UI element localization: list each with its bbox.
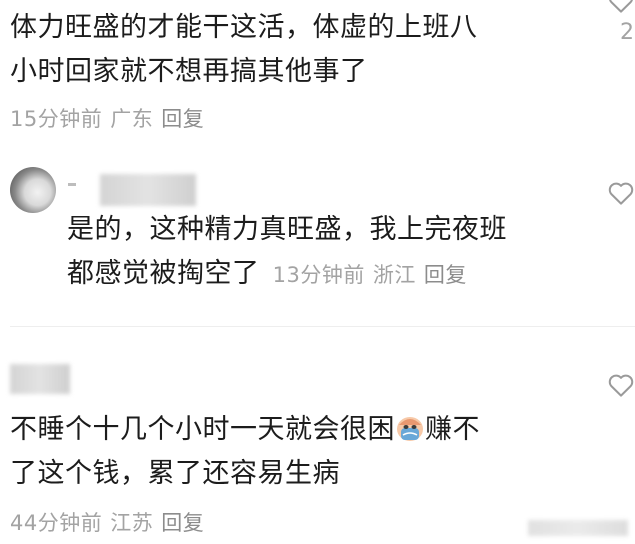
comment-1-location: 广东 [110,107,154,131]
comment-3-like-button[interactable] [606,370,635,404]
comment-3-line-1a: 不睡个十几个小时一天就会很困 [10,414,395,445]
divider [10,326,635,327]
heart-outline-icon [608,374,634,397]
comment-2-text: 是的，这种精力真旺盛，我上完夜班 都感觉被掏空了 13分钟前 浙江 回复 [67,208,587,297]
comment-2-location: 浙江 [372,263,416,287]
comment-2-username-blurred[interactable] [100,174,196,206]
comment-1-reply-button[interactable]: 回复 [161,107,204,131]
comment-1-text: 体力旺盛的才能干这活，体虚的上班八 小时回家就不想再搞其他事了 [10,6,570,94]
comment-2-username-dot [68,183,76,186]
comment-3-username-blurred[interactable] [10,364,70,394]
comment-1-like-button[interactable] [606,0,635,20]
comment-2-line-2: 都感觉被掏空了 [67,258,260,289]
comment-1-line-1: 体力旺盛的才能干这活，体虚的上班八 [10,12,478,43]
comment-1-meta: 15分钟前 广东 回复 [10,103,212,133]
comment-1-time: 15分钟前 [10,107,103,131]
comment-3-time: 44分钟前 [10,511,103,535]
comment-2-avatar[interactable] [10,167,56,213]
comment-2-like-button[interactable] [606,178,635,212]
comment-3-meta: 44分钟前 江苏 回复 [10,507,212,537]
watermark [528,520,628,536]
crying-face-emoji-icon [397,417,423,441]
comment-3-line-1b: 赚不 [425,414,480,445]
heart-outline-icon [609,0,633,13]
comment-3-text: 不睡个十几个小时一天就会很困 赚不 了这个钱，累了还容易生病 [10,408,590,496]
heart-outline-icon [608,182,634,205]
comment-3-line-2: 了这个钱，累了还容易生病 [10,458,340,489]
comment-1-like-count: 2 [620,20,634,45]
comment-3-location: 江苏 [110,511,154,535]
comment-2-time: 13分钟前 [272,263,365,287]
comment-2-line-1: 是的，这种精力真旺盛，我上完夜班 [67,214,507,245]
comment-3-reply-button[interactable]: 回复 [161,511,204,535]
comment-2-reply-button[interactable]: 回复 [424,263,467,287]
comment-1-line-2: 小时回家就不想再搞其他事了 [10,56,368,87]
